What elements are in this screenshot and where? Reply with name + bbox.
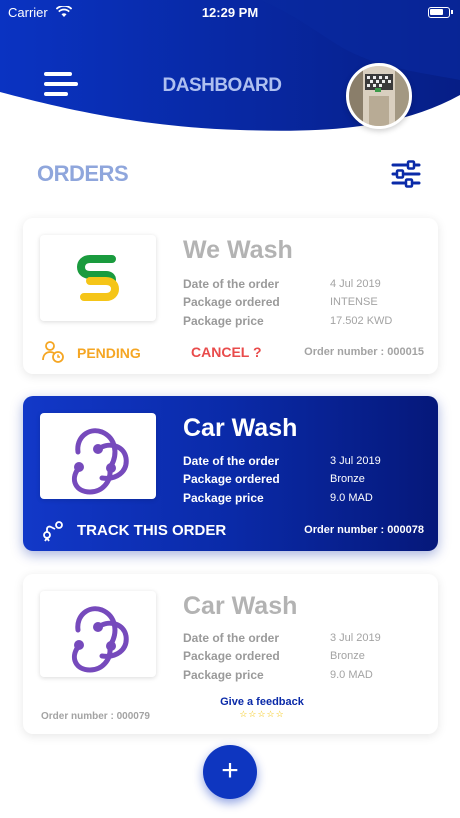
cancel-button[interactable]: CANCEL ? (191, 344, 262, 360)
date-label: Date of the order (183, 277, 280, 291)
package-value: Bronze (330, 650, 365, 662)
package-label: Package ordered (183, 649, 280, 663)
feedback-label: Give a feedback (220, 696, 304, 708)
battery-icon (428, 7, 453, 18)
order-card-active[interactable]: Car Wash Date of the order 3 Jul 2019 Pa… (23, 396, 438, 551)
order-number-label: Order number : (41, 711, 114, 722)
date-label: Date of the order (183, 631, 280, 645)
subway-s-logo-icon (76, 255, 120, 301)
track-order-button[interactable]: TRACK THIS ORDER (77, 522, 226, 539)
date-value: 3 Jul 2019 (330, 455, 381, 467)
redux-logo-icon (72, 428, 129, 495)
order-number-label: Order number : (304, 524, 385, 536)
company-logo (40, 413, 156, 499)
company-name: Car Wash (183, 592, 298, 620)
order-number: Order number : 000079 (41, 711, 150, 722)
date-label: Date of the order (183, 454, 280, 468)
company-name: We Wash (183, 236, 293, 264)
package-value: INTENSE (330, 296, 378, 308)
order-number: Order number : 000015 (304, 346, 424, 358)
package-value: Bronze (330, 473, 365, 485)
package-label: Package ordered (183, 295, 280, 309)
price-label: Package price (183, 314, 264, 328)
order-number-value: 000015 (387, 346, 424, 358)
filter-sliders-icon[interactable] (390, 160, 422, 188)
order-number-value: 000078 (387, 524, 424, 536)
company-name: Car Wash (183, 414, 298, 442)
add-order-button[interactable]: + (203, 745, 257, 799)
section-title: ORDERS (37, 161, 129, 186)
price-label: Package price (183, 668, 264, 682)
company-logo (40, 591, 156, 677)
price-label: Package price (183, 491, 264, 505)
order-number: Order number : 000078 (304, 524, 424, 536)
date-value: 3 Jul 2019 (330, 632, 381, 644)
status-badge: PENDING (77, 345, 141, 361)
avatar[interactable] (346, 63, 412, 129)
give-feedback-button[interactable]: Give a feedback ☆☆☆☆☆ (205, 696, 319, 720)
price-value: 17.502 KWD (330, 315, 393, 327)
app-header: Carrier 12:29 PM DASHBOARD (0, 0, 460, 140)
status-bar: Carrier 12:29 PM (0, 4, 460, 22)
price-value: 9.0 MAD (330, 669, 373, 681)
avatar-photo (349, 66, 409, 126)
feedback-stars[interactable]: ☆☆☆☆☆ (205, 709, 319, 720)
route-track-icon (43, 521, 63, 542)
company-logo (40, 235, 156, 321)
order-number-value: 000079 (116, 711, 150, 722)
order-number-label: Order number : (304, 346, 385, 358)
clock: 12:29 PM (201, 5, 259, 20)
user-clock-icon (42, 341, 64, 363)
redux-logo-icon (72, 606, 129, 673)
order-card[interactable]: Car Wash Date of the order 3 Jul 2019 Pa… (23, 574, 438, 734)
date-value: 4 Jul 2019 (330, 278, 381, 290)
price-value: 9.0 MAD (330, 492, 373, 504)
package-label: Package ordered (183, 472, 280, 486)
order-card[interactable]: We Wash Date of the order 4 Jul 2019 Pac… (23, 218, 438, 374)
